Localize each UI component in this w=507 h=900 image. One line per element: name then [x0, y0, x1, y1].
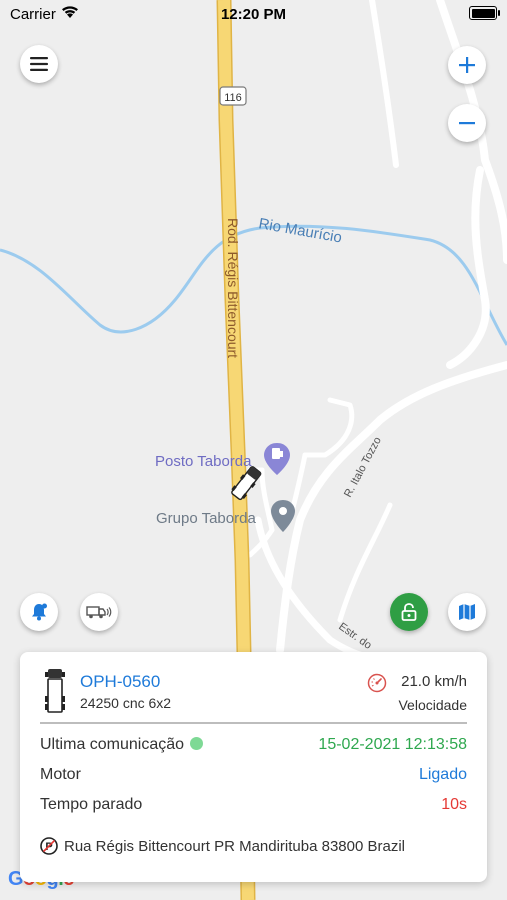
status-bar: Carrier 12:20 PM — [0, 0, 507, 28]
address-text: Rua Régis Bittencourt PR Mandirituba 838… — [64, 837, 406, 855]
route-shield: 116 — [219, 86, 247, 106]
vehicle-plate[interactable]: OPH-0560 — [80, 672, 160, 692]
speed-label: Velocidade — [398, 697, 467, 713]
last-comm-value: 15-02-2021 12:13:58 — [318, 736, 467, 753]
minus-icon — [459, 122, 475, 125]
stopped-time-value: 10s — [441, 796, 467, 813]
vehicle-command-button[interactable] — [80, 593, 118, 631]
poi-posto-label: Posto Taborda — [155, 453, 252, 470]
speed-value: 21.0 km/h — [401, 673, 467, 690]
lock-button[interactable] — [390, 593, 428, 631]
map-icon — [459, 604, 475, 620]
truck-signal-icon — [86, 606, 112, 619]
zoom-out-button[interactable] — [448, 104, 486, 142]
alerts-button[interactable] — [20, 593, 58, 631]
speedometer-icon — [367, 673, 387, 693]
parking-icon: P — [40, 837, 58, 855]
menu-button[interactable] — [20, 45, 58, 83]
zoom-in-button[interactable] — [448, 46, 486, 84]
motor-label: Motor — [40, 766, 81, 783]
address-row: P Rua Régis Bittencourt PR Mandirituba 8… — [40, 837, 405, 855]
last-comm-label: Ultima comunicação — [40, 736, 185, 753]
vehicle-description: 24250 cnc 6x2 — [80, 695, 172, 711]
card-divider — [40, 722, 467, 724]
motor-value: Ligado — [418, 766, 467, 783]
stopped-time-label: Tempo parado — [40, 796, 143, 813]
vehicle-info-card[interactable]: OPH-0560 24250 cnc 6x2 21.0 km/h Velocid… — [20, 652, 487, 882]
bell-icon — [32, 603, 47, 621]
route-shield-label: 116 — [224, 92, 242, 104]
last-comm-row-label: Ultima comunicação — [40, 736, 204, 754]
poi-grupo-label: Grupo Taborda — [156, 510, 256, 527]
connection-status-dot — [190, 737, 204, 750]
clock: 12:20 PM — [220, 6, 287, 23]
truck-icon — [45, 669, 65, 713]
lock-icon — [401, 603, 417, 621]
hamburger-icon — [30, 57, 48, 71]
map-type-button[interactable] — [448, 593, 486, 631]
highway-name: Rod. Régis Bittencourt — [225, 218, 241, 358]
plus-icon — [459, 57, 475, 73]
battery-icon — [469, 6, 500, 20]
